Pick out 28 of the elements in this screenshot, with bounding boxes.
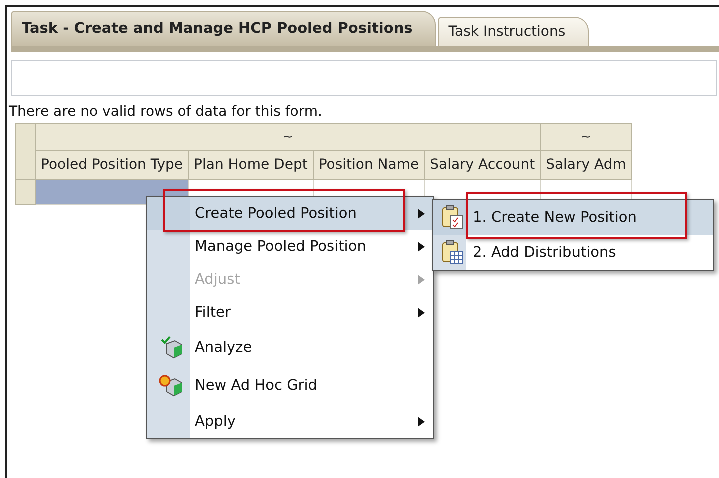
cube-icon [159, 336, 183, 360]
input-field[interactable] [11, 60, 717, 96]
column-group-header: ~ [36, 124, 541, 150]
clipboard-table-icon [441, 240, 465, 266]
submenu-arrow-icon [418, 274, 426, 284]
column-header[interactable]: Pooled Position Type [36, 150, 189, 180]
menu-item[interactable]: 1. Create New Position [433, 200, 713, 235]
menu-item[interactable]: Analyze [147, 329, 433, 367]
tab[interactable]: Task Instructions [438, 17, 589, 46]
menu-item[interactable]: Manage Pooled Position [147, 230, 433, 263]
menu-item[interactable]: New Ad Hoc Grid [147, 367, 433, 405]
tab[interactable]: Task - Create and Manage HCP Pooled Positions [11, 11, 436, 46]
menu-item[interactable]: Create Pooled Position [147, 197, 433, 230]
clipboard-checklist-icon [441, 204, 465, 230]
status-message: There are no valid rows of data for this form. [9, 104, 324, 120]
menu-item[interactable]: 2. Add Distributions [433, 235, 713, 270]
column-header[interactable]: Salary Account [424, 150, 541, 180]
menu-item[interactable]: Apply [147, 405, 433, 438]
column-header[interactable]: Position Name [313, 150, 425, 180]
submenu-arrow-icon [418, 242, 426, 252]
column-group-header: ~ [540, 124, 632, 150]
submenu-arrow-icon [418, 416, 426, 426]
cube-icon [159, 374, 183, 398]
menu-item[interactable]: Filter [147, 296, 433, 329]
column-header[interactable]: Plan Home Dept [188, 150, 314, 180]
column-header[interactable]: Salary Adm [540, 150, 632, 180]
submenu-arrow-icon [418, 208, 426, 218]
submenu-arrow-icon [418, 308, 426, 318]
